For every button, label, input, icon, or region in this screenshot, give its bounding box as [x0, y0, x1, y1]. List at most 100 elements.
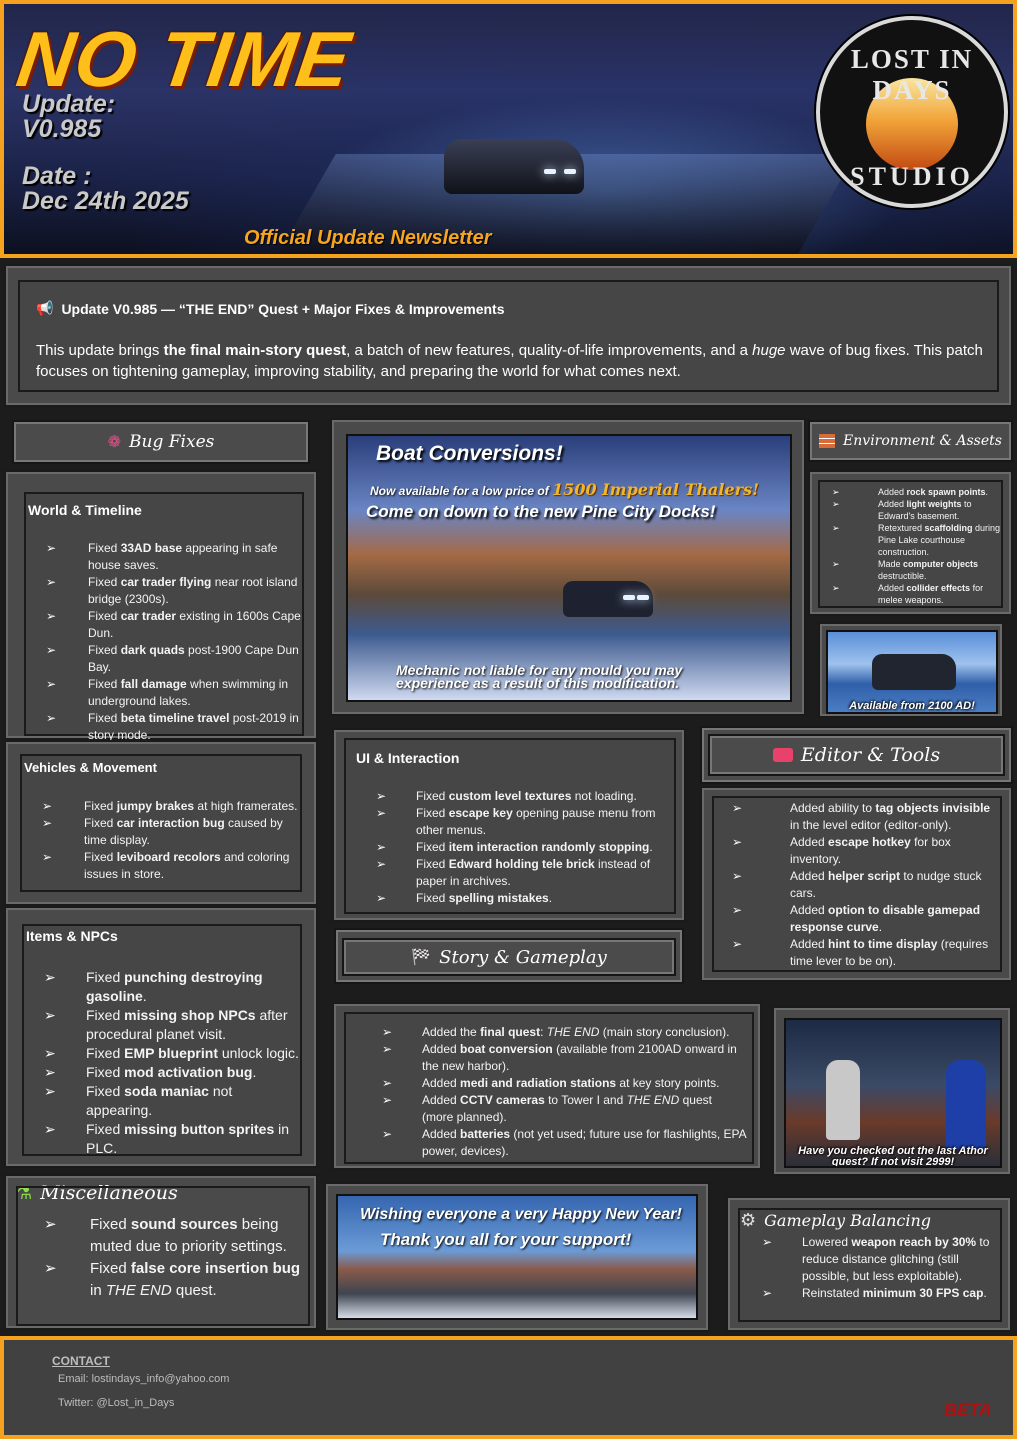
- vehicle-fix-item: Fixed car interaction bug caused by time…: [22, 815, 300, 849]
- brick-icon: [819, 434, 836, 448]
- item-fix-item: Fixed EMP blueprint unlock logic.: [24, 1044, 302, 1063]
- header-banner: NO TIME Update: V0.985 Date : Dec 24th 2…: [0, 0, 1017, 258]
- studio-logo-bottom: STUDIO: [850, 162, 974, 191]
- ui-interaction-list: Fixed custom level textures not loading.…: [356, 788, 674, 907]
- intro-title: Update V0.985 — “THE END” Quest + Major …: [61, 300, 505, 317]
- editor-panel: Added ability to tag objects invisible i…: [700, 786, 1013, 982]
- world-fix-item: Fixed dark quads post-1900 Cape Dun Bay.: [26, 642, 302, 676]
- story-list: Added the final quest: THE END (main sto…: [362, 1024, 746, 1160]
- environment-panel: Added rock spawn points.Added light weig…: [808, 470, 1013, 616]
- toolbox-icon: [772, 748, 793, 762]
- env-image-caption: Available from 2100 AD!: [849, 700, 975, 712]
- update-label: Update:: [22, 90, 116, 118]
- world-fix-item: Fixed fall damage when swimming in under…: [26, 676, 302, 710]
- ui-fix-item: Fixed custom level textures not loading.: [356, 788, 674, 805]
- story-item: Added the final quest: THE END (main sto…: [362, 1024, 746, 1041]
- vehicles-panel: Vehicles & Movement Fixed jumpy brakes a…: [4, 740, 318, 906]
- misc-list: Fixed sound sources being muted due to p…: [24, 1214, 304, 1302]
- editor-item: Added helper script to nudge stuck cars.: [712, 868, 998, 902]
- item-fix-item: Fixed punching destroying gasoline.: [24, 968, 302, 1006]
- footer: CONTACT Email: lostindays_info@yahoo.com…: [0, 1336, 1017, 1439]
- item-fix-item: Fixed missing shop NPCs after procedural…: [24, 1006, 302, 1044]
- new-year-line-2: Thank you all for your support!: [380, 1230, 632, 1249]
- world-fix-item: Fixed 33AD base appearing in safe house …: [26, 540, 302, 574]
- boat-ad-price-line: Now available for a low price of 1500 Im…: [370, 480, 760, 499]
- environment-item: Added collider effects for melee weapons…: [812, 582, 1002, 606]
- intro-body: This update brings the final main-story …: [36, 342, 983, 380]
- world-fix-item: Fixed beta timeline travel post-2019 in …: [26, 710, 302, 744]
- environment-heading: Environment & Assets: [808, 420, 1013, 462]
- world-fix-item: Fixed car trader existing in 1600s Cape …: [26, 608, 302, 642]
- gear-icon: ⚙: [740, 1210, 757, 1230]
- items-npcs-panel: Items & NPCs Fixed punching destroying g…: [4, 906, 318, 1168]
- environment-item: Added light weights to Edward's basement…: [812, 498, 1002, 522]
- ui-interaction-panel: UI & Interaction Fixed custom level text…: [332, 728, 686, 922]
- ui-fix-item: Fixed spelling mistakes.: [356, 890, 674, 907]
- boat-ad-disclaimer: Mechanic not liable for any mould you ma…: [396, 662, 683, 691]
- athor-figure-2: [946, 1060, 986, 1150]
- balancing-item: Lowered weapon reach by 30% to reduce di…: [742, 1234, 1000, 1285]
- athor-panel: Have you checked out the last Athor ques…: [772, 1006, 1012, 1176]
- version-label: V0.985: [22, 115, 102, 143]
- bug-fixes-heading: ❁ Bug Fixes: [12, 420, 310, 464]
- athor-figure-1: [826, 1060, 860, 1140]
- boat-ad-title: Boat Conversions!: [376, 442, 563, 465]
- ui-fix-item: Fixed escape key opening pause menu from…: [356, 805, 674, 839]
- car-silhouette: [444, 139, 584, 194]
- contact-email[interactable]: Email: lostindays_info@yahoo.com: [58, 1373, 229, 1385]
- balancing-item: Reinstated minimum 30 FPS cap.: [742, 1285, 1000, 1302]
- world-timeline-panel: World & Timeline Fixed 33AD base appeari…: [4, 470, 318, 742]
- item-fix-item: Fixed mod activation bug.: [24, 1063, 302, 1082]
- misc-fix-item: Fixed sound sources being muted due to p…: [24, 1214, 304, 1258]
- env-image: Available from 2100 AD!: [826, 630, 998, 714]
- environment-item: Made computer objects destructible.: [812, 558, 1002, 582]
- story-panel: Added the final quest: THE END (main sto…: [332, 1002, 762, 1170]
- athor-image: Have you checked out the last Athor ques…: [784, 1018, 1002, 1168]
- editor-item: Added escape hotkey for box inventory.: [712, 834, 998, 868]
- world-timeline-list: Fixed 33AD base appearing in safe house …: [26, 540, 302, 744]
- new-year-image: Wishing everyone a very Happy New Year! …: [336, 1194, 698, 1320]
- beta-badge: BETA: [944, 1400, 992, 1420]
- vehicle-fix-item: Fixed jumpy brakes at high framerates.: [22, 798, 300, 815]
- vehicles-list: Fixed jumpy brakes at high framerates.Fi…: [22, 798, 300, 883]
- boat-ad-image: Boat Conversions! Now available for a lo…: [346, 434, 792, 702]
- environment-item: Added rock spawn points.: [812, 486, 1002, 498]
- item-fix-item: Fixed missing button sprites in PLC.: [24, 1120, 302, 1158]
- new-year-line-1: Wishing everyone a very Happy New Year!: [360, 1206, 682, 1223]
- items-npcs-list: Fixed punching destroying gasoline.Fixed…: [24, 968, 302, 1158]
- story-item: Added batteries (not yet used; future us…: [362, 1126, 746, 1160]
- vehicle-fix-item: Fixed leviboard recolors and coloring is…: [22, 849, 300, 883]
- misc-panel: ⚗ Miscellaneous Fixed sound sources bein…: [4, 1174, 318, 1330]
- megaphone-icon: 📢: [36, 300, 54, 316]
- environment-list: Added rock spawn points.Added light weig…: [812, 486, 1002, 606]
- ui-interaction-title: UI & Interaction: [356, 750, 460, 766]
- date-value: Dec 24th 2025: [22, 187, 189, 215]
- story-heading: 🏁 Story & Gameplay: [342, 938, 676, 976]
- world-timeline-title: World & Timeline: [28, 502, 142, 518]
- balancing-list: Lowered weapon reach by 30% to reduce di…: [742, 1234, 1000, 1302]
- editor-item: Added option to disable gamepad response…: [712, 902, 998, 936]
- boat-ad-tagline: Come on down to the new Pine City Docks!: [366, 502, 716, 521]
- boat-ad-price: 1500 Imperial Thalers!: [552, 480, 760, 499]
- boat-car-shape: [563, 581, 653, 617]
- env-car-shape: [872, 654, 956, 690]
- story-heading-box: 🏁 Story & Gameplay: [334, 928, 684, 984]
- misc-fix-item: Fixed false core insertion bug in THE EN…: [24, 1258, 304, 1302]
- environment-item: Retextured scaffolding during Pine Lake …: [812, 522, 1002, 558]
- checkered-flag-icon: 🏁: [411, 949, 432, 966]
- editor-heading-box: Editor & Tools: [700, 726, 1013, 784]
- contact-twitter[interactable]: Twitter: @Lost_in_Days: [58, 1397, 174, 1409]
- item-fix-item: Fixed soda maniac not appearing.: [24, 1082, 302, 1120]
- env-image-panel: Available from 2100 AD!: [818, 622, 1004, 718]
- ui-fix-item: Fixed Edward holding tele brick instead …: [356, 856, 674, 890]
- date-label: Date :: [22, 162, 92, 190]
- editor-heading: Editor & Tools: [708, 734, 1005, 776]
- intro-panel: 📢 Update V0.985 — “THE END” Quest + Majo…: [4, 264, 1013, 407]
- bug-icon: ❁: [107, 434, 122, 451]
- newsletter-subtitle: Official Update Newsletter: [244, 227, 492, 249]
- editor-list: Added ability to tag objects invisible i…: [712, 800, 998, 970]
- boat-ad-panel: Boat Conversions! Now available for a lo…: [330, 418, 806, 716]
- studio-logo: LOST IN DAYS STUDIO: [816, 16, 1008, 208]
- contact-label: CONTACT: [52, 1354, 110, 1368]
- editor-item: Added hint to time display (requires tim…: [712, 936, 998, 970]
